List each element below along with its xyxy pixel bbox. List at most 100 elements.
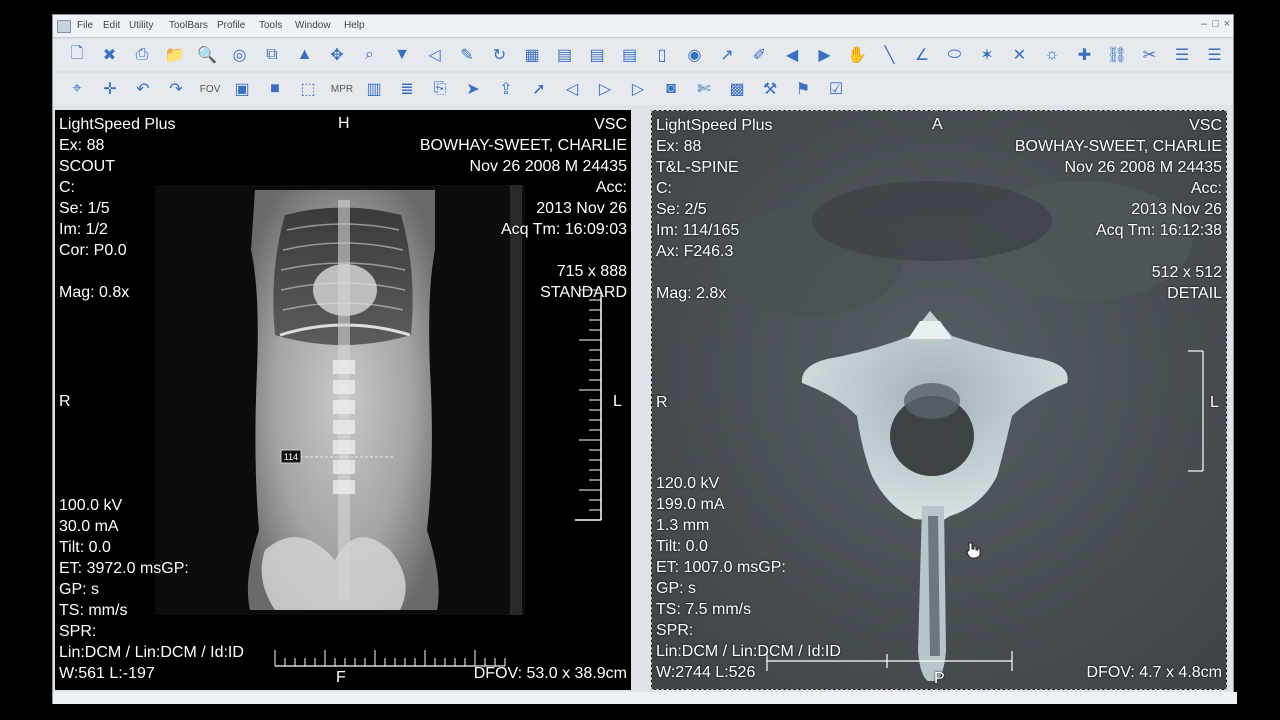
overlay-line: 120.0 kV	[656, 475, 720, 492]
arrow-icon[interactable]: ↗	[715, 43, 739, 67]
play-right-icon[interactable]: ▶	[813, 43, 837, 67]
slice-marker-label: 114	[284, 452, 298, 462]
zoom-icon[interactable]: ⌕	[358, 43, 382, 67]
pan-icon[interactable]: ✋	[845, 43, 869, 67]
arrow-up-icon[interactable]: ▲	[293, 43, 317, 67]
arrow-left-icon[interactable]: ◁	[560, 77, 584, 101]
align-icon[interactable]: ☰	[1170, 43, 1194, 67]
undo-icon[interactable]: ↶	[131, 77, 155, 101]
crosshair-icon[interactable]: ⌖	[65, 77, 89, 101]
overlay-line: DFOV: 53.0 x 38.9cm	[473, 665, 627, 682]
toolbar-row-1: 🗋 ✖ ⎙ 📁 🔍 ◎ ⧉ ▲ ✥ ⌕ ▼ ◁ ✎ ↻ ▦ ▤ ▤ ▤ ▯ ◉ ↗ ✐ ◀ ▶ ✋ ╲ ∠ ⬭ ✶ ✕ ☼ ✚ ⛓ ✂ ☰ ☰	[53, 39, 1233, 71]
check-icon[interactable]: ☑	[824, 77, 848, 101]
grid-text-icon[interactable]: ▤	[553, 43, 577, 67]
grid-icon[interactable]: ▦	[520, 43, 544, 67]
cd-icon[interactable]: ◎	[228, 43, 252, 67]
align-icon[interactable]: ☰	[1203, 43, 1227, 67]
arrow-left-icon[interactable]: ◁	[423, 43, 447, 67]
flag-icon[interactable]: ⚑	[791, 77, 815, 101]
scissors-icon[interactable]: ✂	[1138, 43, 1162, 67]
minimize-icon[interactable]: –	[1201, 18, 1207, 30]
chain-icon[interactable]: ⛓	[1105, 43, 1129, 67]
bars-icon[interactable]: ▥	[362, 77, 386, 101]
overlay-line: Acc:	[595, 179, 627, 196]
copy-icon[interactable]: ⎘	[428, 77, 452, 101]
arrow-right-icon[interactable]: ▷	[593, 77, 617, 101]
select-icon[interactable]: ⬚	[296, 77, 320, 101]
pointer-icon[interactable]: ➚	[527, 77, 551, 101]
overlay-top-right: VSC BOWHAY-SWEET, CHARLIE Nov 26 2008 M 24…	[1015, 115, 1222, 304]
arrow-down-icon[interactable]: ▼	[390, 43, 414, 67]
menu-tools[interactable]: Tools	[259, 20, 282, 31]
sun-icon[interactable]: ☼	[1040, 43, 1064, 67]
menu-window[interactable]: Window	[295, 20, 331, 31]
move-icon[interactable]: ✥	[325, 43, 349, 67]
overlay-line: LightSpeed Plus	[59, 116, 176, 133]
overlay-line: 2013 Nov 26	[536, 200, 627, 217]
play-left-icon[interactable]: ◀	[780, 43, 804, 67]
viewport-axial[interactable]: LightSpeed Plus Ex: 88 T&L-SPINE C: Se: 2/5 I…	[651, 110, 1227, 690]
orientation-right: L	[1210, 394, 1219, 411]
document-icon[interactable]: ▯	[650, 43, 674, 67]
close-doc-icon[interactable]: ✖	[98, 43, 122, 67]
stack-icon[interactable]: ≣	[395, 77, 419, 101]
folder-icon[interactable]: 📁	[163, 43, 187, 67]
fov-icon[interactable]: FOV	[197, 77, 223, 101]
overlay-bottom-left: 100.0 kV 30.0 mA Tilt: 0.0 ET: 3972.0 msGP:…	[59, 495, 244, 684]
overlay-top-right: VSC BOWHAY-SWEET, CHARLIE Nov 26 2008 M 24…	[420, 114, 627, 303]
overlay-line: DFOV: 4.7 x 4.8cm	[1086, 664, 1222, 681]
camera-icon[interactable]: ◙	[659, 77, 683, 101]
eye-icon[interactable]: ◉	[683, 43, 707, 67]
image-icon[interactable]: ▣	[230, 77, 254, 101]
menu-file[interactable]: File	[77, 20, 93, 31]
grid-text-icon[interactable]: ▤	[618, 43, 642, 67]
grid-text-icon[interactable]: ▤	[585, 43, 609, 67]
ellipse-icon[interactable]: ⬭	[943, 43, 967, 67]
magic-icon[interactable]: ✶	[975, 43, 999, 67]
export-icon[interactable]: ⇪	[494, 77, 518, 101]
arrow-right-icon[interactable]: ▷	[626, 77, 650, 101]
print-preview-icon[interactable]: 🔍	[195, 43, 219, 67]
orientation-left: R	[59, 393, 71, 410]
maximize-icon[interactable]: □	[1212, 18, 1219, 30]
menu-toolbars[interactable]: ToolBars	[169, 20, 208, 31]
close-window-icon[interactable]: ×	[1224, 18, 1230, 30]
menu-help[interactable]: Help	[344, 20, 365, 31]
cut-icon[interactable]: ✄	[692, 77, 716, 101]
overlay-top-left: LightSpeed Plus Ex: 88 T&L-SPINE C: Se: 2/5 I…	[656, 115, 773, 304]
rotate-icon[interactable]: ↻	[488, 43, 512, 67]
mpr-icon[interactable]: MPR	[329, 77, 355, 101]
overlay-line: Se: 2/5	[656, 201, 707, 218]
viewport-scout[interactable]: 114 LightSpeed Plus Ex: 88 SCOUT C: Se: 1/5 I…	[55, 110, 631, 690]
menu-profile[interactable]: Profile	[217, 20, 245, 31]
send-icon[interactable]: ➤	[461, 77, 485, 101]
cross-arrows-icon[interactable]: ✛	[98, 77, 122, 101]
overlay-line	[1015, 241, 1222, 262]
overlay-line: VSC	[1189, 117, 1222, 134]
film-icon[interactable]: ▩	[725, 77, 749, 101]
overlay-line: TS: 7.5 mm/s	[656, 601, 752, 618]
tools-icon[interactable]: ⚒	[758, 77, 782, 101]
menu-edit[interactable]: Edit	[103, 20, 120, 31]
overlay-line: TS: mm/s	[59, 602, 128, 619]
overlay-line: 199.0 mA	[656, 496, 725, 513]
angle-icon[interactable]: ∠	[910, 43, 934, 67]
overlay-line: GP: s	[59, 581, 100, 598]
print-icon[interactable]: ⎙	[130, 43, 154, 67]
pin-icon[interactable]: ✚	[1073, 43, 1097, 67]
pen-icon[interactable]: ✐	[748, 43, 772, 67]
overlay-bottom-right: DFOV: 53.0 x 38.9cm	[474, 663, 627, 684]
menu-utility[interactable]: Utility	[129, 20, 153, 31]
new-page-icon[interactable]: 🗋	[65, 43, 89, 67]
redo-icon[interactable]: ↷	[164, 77, 188, 101]
cross-icon[interactable]: ✕	[1008, 43, 1032, 67]
toolbar-row-2: ⌖ ✛ ↶ ↷ FOV ▣ ■ ⬚ MPR ▥ ≣ ⎘ ➤ ⇪ ➚ ◁ ▷ ▷ ◙ ✄ ▩ ⚒ ⚑ ☑	[53, 73, 1233, 105]
edit-icon[interactable]: ✎	[455, 43, 479, 67]
stop-icon[interactable]: ■	[263, 77, 287, 101]
overlay-line: BOWHAY-SWEET, CHARLIE	[1014, 138, 1222, 155]
overlay-line: Lin:DCM / Lin:DCM / Id:ID	[59, 644, 244, 661]
line-icon[interactable]: ╲	[878, 43, 902, 67]
overlay-line: Acc:	[1190, 180, 1222, 197]
overlay-line: ET: 1007.0 msGP:	[656, 559, 786, 576]
layers-icon[interactable]: ⧉	[260, 43, 284, 67]
